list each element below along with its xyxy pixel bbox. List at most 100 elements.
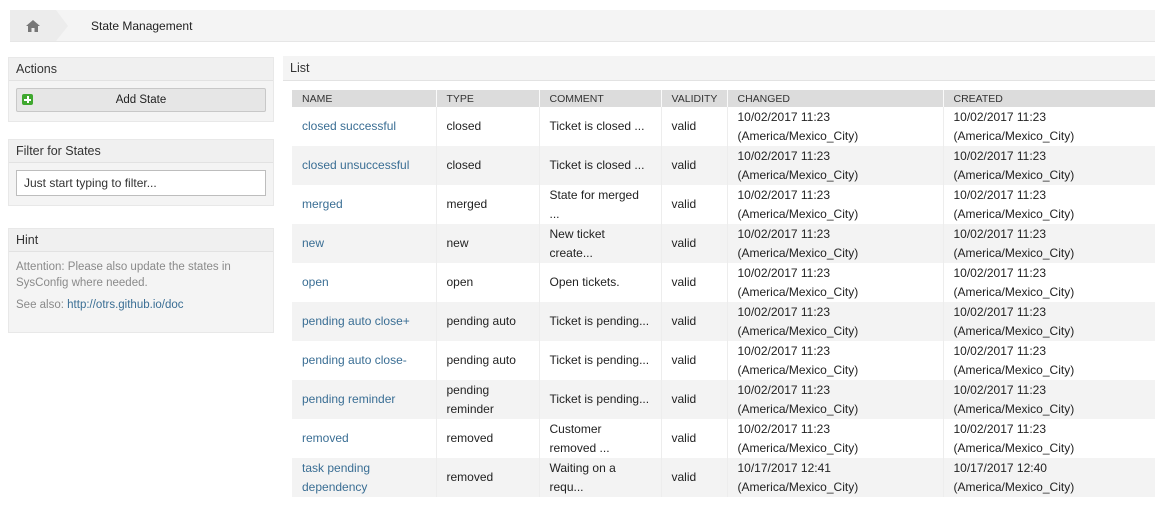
cell-created: 10/17/2017 12:40 (America/Mexico_City)	[943, 458, 1155, 497]
table-row[interactable]: pending auto close-pending auto Ticket is…	[292, 341, 1155, 380]
created-date: 10/17/2017 12:40	[953, 460, 1047, 475]
created-date: 10/02/2017 11:23	[953, 382, 1047, 397]
cell-changed: 10/02/2017 11:23 (America/Mexico_City)	[727, 341, 944, 380]
state-name-link[interactable]: pending auto close-	[302, 353, 407, 367]
doc-link[interactable]: http://otrs.github.io/doc	[67, 299, 183, 311]
changed-date: 10/02/2017 11:23	[737, 187, 831, 202]
state-name-link[interactable]: new	[302, 236, 324, 250]
cell-type: removed	[436, 458, 540, 497]
created-timezone: (America/Mexico_City)	[953, 440, 1075, 455]
hint-box: Hint Attention: Please also update the s…	[8, 228, 274, 333]
table-row[interactable]: removed removed Customer removed ... valid 1…	[292, 419, 1155, 458]
cell-created: 10/02/2017 11:23 (America/Mexico_City)	[943, 419, 1155, 458]
state-name-link[interactable]: closed successful	[302, 119, 396, 133]
state-name-link[interactable]: task pending dependency	[302, 461, 370, 494]
cell-name: pending auto close+	[292, 302, 437, 341]
table-row[interactable]: closed unsuccessful closed Ticket is close…	[292, 146, 1155, 185]
column-header-type[interactable]: TYPE	[436, 90, 540, 107]
created-date: 10/02/2017 11:23	[953, 304, 1047, 319]
filter-title: Filter for States	[9, 140, 273, 163]
list-box: List NAME TYPE COMMENT VALIDITY CHANGED …	[283, 56, 1155, 506]
cell-created: 10/02/2017 11:23 (America/Mexico_City)	[943, 302, 1155, 341]
filter-box: Filter for States	[8, 139, 274, 206]
cell-changed: 10/02/2017 11:23 (America/Mexico_City)	[727, 380, 944, 419]
table-row[interactable]: pending reminder pending reminder Ticket i…	[292, 380, 1155, 419]
hint-see-also: See also: http://otrs.github.io/doc	[16, 297, 266, 313]
created-timezone: (America/Mexico_City)	[953, 479, 1075, 494]
column-header-created[interactable]: CREATED	[943, 90, 1155, 107]
column-header-changed[interactable]: CHANGED	[727, 90, 944, 107]
state-name-link[interactable]: removed	[302, 431, 349, 445]
cell-type: pending reminder	[436, 380, 540, 419]
cell-validity: valid	[661, 302, 728, 341]
created-date: 10/02/2017 11:23	[953, 226, 1047, 241]
changed-timezone: (America/Mexico_City)	[737, 284, 859, 299]
table-row[interactable]: new new New ticket create... valid 10/02/201…	[292, 224, 1155, 263]
changed-date: 10/02/2017 11:23	[737, 148, 831, 163]
cell-type: closed	[436, 146, 540, 185]
table-row[interactable]: open open Open tickets. valid 10/02/2017 11:…	[292, 263, 1155, 302]
hint-title: Hint	[9, 229, 273, 252]
table-row[interactable]: merged merged State for merged ... valid 10/…	[292, 185, 1155, 224]
breadcrumb-current: State Management	[91, 18, 193, 33]
state-name-link[interactable]: merged	[302, 197, 343, 211]
filter-input[interactable]	[16, 170, 266, 196]
table-row[interactable]: task pending dependency removed Waiting on…	[292, 458, 1155, 497]
created-timezone: (America/Mexico_City)	[953, 284, 1075, 299]
cell-validity: valid	[661, 146, 728, 185]
cell-name: new	[292, 224, 437, 263]
home-button[interactable]	[10, 10, 68, 41]
state-name-link[interactable]: pending auto close+	[302, 314, 410, 328]
actions-box: Actions Add State	[8, 57, 274, 122]
cell-changed: 10/02/2017 11:23 (America/Mexico_City)	[727, 146, 944, 185]
cell-created: 10/02/2017 11:23 (America/Mexico_City)	[943, 380, 1155, 419]
cell-created: 10/02/2017 11:23 (America/Mexico_City)	[943, 263, 1155, 302]
table-row[interactable]: closed successful closed Ticket is closed …	[292, 107, 1155, 146]
state-name-link[interactable]: pending reminder	[302, 392, 395, 406]
cell-type: merged	[436, 185, 540, 224]
changed-date: 10/02/2017 11:23	[737, 343, 831, 358]
changed-timezone: (America/Mexico_City)	[737, 128, 859, 143]
created-date: 10/02/2017 11:23	[953, 148, 1047, 163]
created-timezone: (America/Mexico_City)	[953, 362, 1075, 377]
table-row[interactable]: pending auto close+ pending auto Ticket is…	[292, 302, 1155, 341]
state-name-link[interactable]: closed unsuccessful	[302, 158, 409, 172]
created-timezone: (America/Mexico_City)	[953, 167, 1075, 182]
cell-name: merged	[292, 185, 437, 224]
cell-comment: Ticket is pending...	[539, 380, 662, 419]
cell-type: pending auto	[436, 302, 540, 341]
column-header-comment[interactable]: COMMENT	[539, 90, 662, 107]
cell-created: 10/02/2017 11:23 (America/Mexico_City)	[943, 107, 1155, 146]
breadcrumb: State Management	[10, 10, 1155, 42]
changed-timezone: (America/Mexico_City)	[737, 206, 859, 221]
created-timezone: (America/Mexico_City)	[953, 245, 1075, 260]
add-state-label: Add State	[115, 94, 167, 106]
see-also-prefix: See also:	[16, 299, 68, 311]
cell-validity: valid	[661, 380, 728, 419]
cell-comment: Ticket is pending...	[539, 302, 662, 341]
cell-type: pending auto	[436, 341, 540, 380]
cell-created: 10/02/2017 11:23 (America/Mexico_City)	[943, 185, 1155, 224]
changed-date: 10/02/2017 11:23	[737, 421, 831, 436]
changed-timezone: (America/Mexico_City)	[737, 401, 859, 416]
cell-name: task pending dependency	[292, 458, 437, 497]
column-header-validity[interactable]: VALIDITY	[661, 90, 728, 107]
table-header-row: NAME TYPE COMMENT VALIDITY CHANGED CREAT…	[292, 90, 1155, 107]
cell-type: new	[436, 224, 540, 263]
created-timezone: (America/Mexico_City)	[953, 323, 1075, 338]
cell-name: removed	[292, 419, 437, 458]
changed-timezone: (America/Mexico_City)	[737, 167, 859, 182]
cell-validity: valid	[661, 341, 728, 380]
created-date: 10/02/2017 11:23	[953, 187, 1047, 202]
column-header-name[interactable]: NAME	[292, 90, 437, 107]
changed-date: 10/02/2017 11:23	[737, 109, 831, 124]
state-name-link[interactable]: open	[302, 275, 329, 289]
cell-comment: Ticket is closed ...	[539, 107, 662, 146]
add-state-button[interactable]: Add State	[16, 88, 266, 112]
cell-changed: 10/02/2017 11:23 (America/Mexico_City)	[727, 224, 944, 263]
cell-comment: Customer removed ...	[539, 419, 662, 458]
changed-date: 10/02/2017 11:23	[737, 226, 831, 241]
changed-timezone: (America/Mexico_City)	[737, 440, 859, 455]
cell-type: closed	[436, 107, 540, 146]
changed-timezone: (America/Mexico_City)	[737, 362, 859, 377]
